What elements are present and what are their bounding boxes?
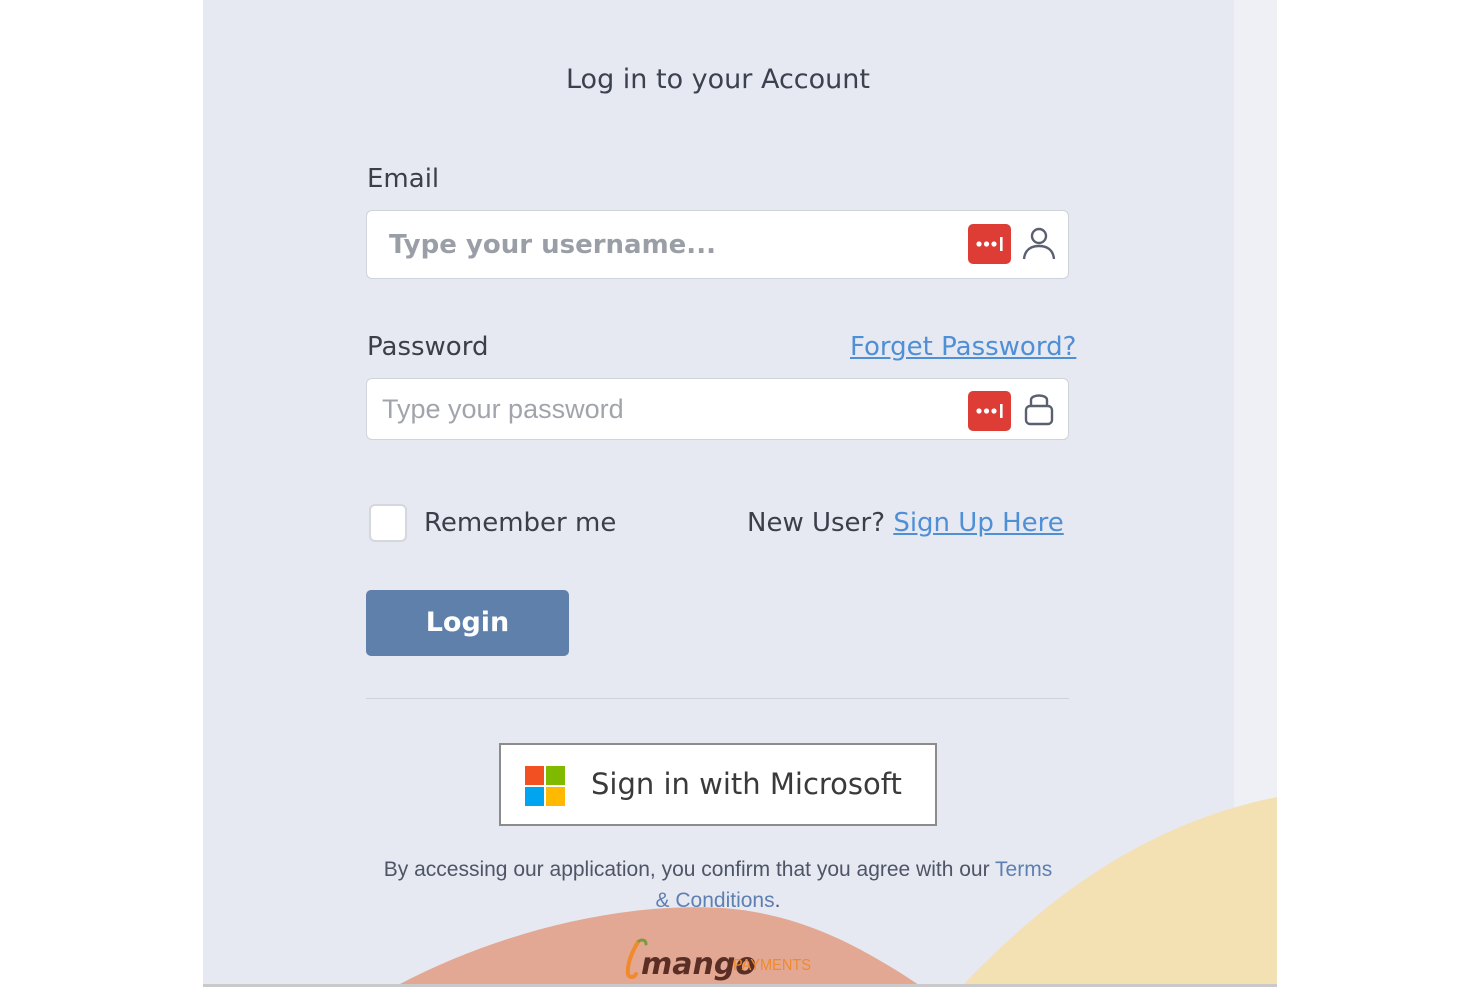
signup-row: New User? Sign Up Here [747,508,1064,538]
email-input[interactable] [367,211,947,278]
page-title: Log in to your Account [565,64,870,95]
divider [366,698,1069,699]
email-field[interactable] [366,210,1069,279]
lastpass-icon[interactable] [968,391,1011,431]
password-input[interactable] [367,379,947,439]
terms-text: By accessing our application, you confir… [383,858,996,881]
password-label: Password [367,332,489,362]
password-field[interactable] [366,378,1069,440]
remember-me-label: Remember me [424,508,617,538]
email-label: Email [367,164,440,194]
mango-payments-logo: mango PAYMENTS [625,938,811,982]
terms-notice: By accessing our application, you confir… [378,854,1058,916]
user-icon [1022,227,1056,260]
remember-me-checkbox[interactable] [369,504,407,542]
new-user-text: New User? [747,508,886,538]
background-decoration [398,797,1277,985]
lock-icon [1024,394,1054,426]
microsoft-logo-icon [525,766,565,806]
lastpass-icon[interactable] [968,224,1011,264]
login-panel: Log in to your Account Email Password Fo… [203,0,1277,985]
microsoft-button-label: Sign in with Microsoft [591,767,902,801]
sign-in-with-microsoft-button[interactable]: Sign in with Microsoft [499,743,937,826]
terms-end: . [774,889,781,912]
sign-up-link[interactable]: Sign Up Here [893,508,1063,538]
brand-suffix: PAYMENTS [733,957,811,974]
login-button[interactable]: Login [366,590,569,656]
forgot-password-link[interactable]: Forget Password? [850,332,1076,362]
